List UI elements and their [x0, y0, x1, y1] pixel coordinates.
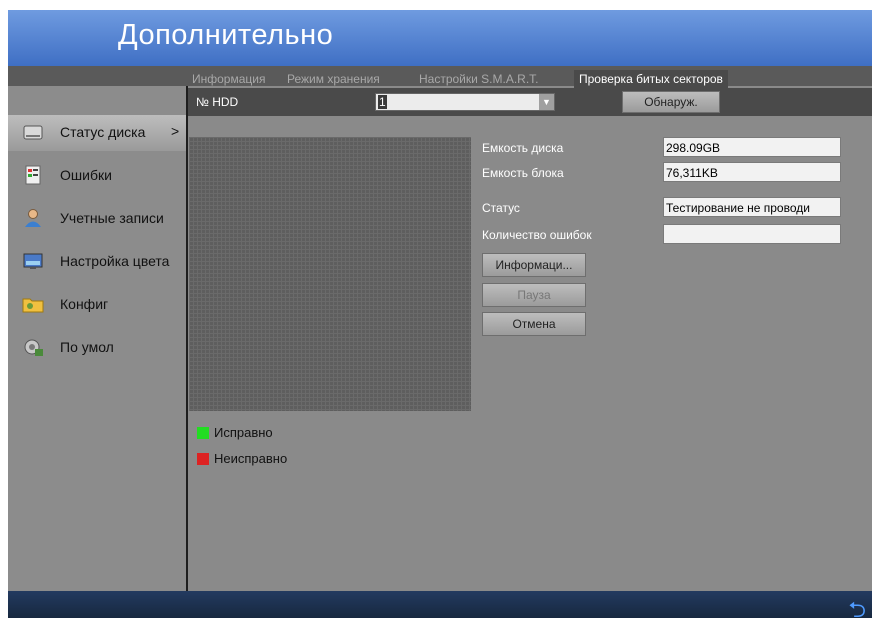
- sidebar: Статус диска > Ошибки Учетные записи Нас…: [8, 86, 188, 591]
- cancel-button[interactable]: Отмена: [482, 312, 586, 336]
- tab-storage-mode[interactable]: Режим хранения: [287, 70, 380, 88]
- window-title: Дополнительно: [118, 19, 334, 51]
- sector-map-grid: [189, 137, 471, 411]
- disk-capacity-label: Емкость диска: [482, 141, 564, 155]
- back-icon[interactable]: ⮌: [848, 593, 866, 631]
- sidebar-item-defaults[interactable]: По умол: [8, 330, 186, 366]
- error-log-icon: [25, 165, 41, 185]
- block-capacity-field: 76,311KB: [663, 162, 841, 182]
- tab-bad-sector-check[interactable]: Проверка битых секторов: [574, 70, 728, 88]
- chevron-down-icon[interactable]: ▼: [539, 94, 554, 110]
- legend-bad-swatch: [197, 453, 209, 465]
- hdd-row: № HDD 1 ▼ Обнаруж.: [188, 88, 872, 116]
- status-field: Тестирование не проводи: [663, 197, 841, 217]
- chevron-right-icon: >: [171, 123, 180, 139]
- sidebar-item-label: Конфиг: [60, 296, 109, 312]
- sidebar-item-config[interactable]: Конфиг: [8, 287, 186, 323]
- legend-ok-label: Исправно: [214, 425, 273, 440]
- restore-default-icon: [24, 339, 43, 356]
- sidebar-item-label: Учетные записи: [60, 210, 164, 226]
- hdd-select-value: 1: [378, 95, 387, 109]
- sidebar-item-accounts[interactable]: Учетные записи: [8, 201, 186, 237]
- folder-config-icon: [22, 298, 44, 313]
- sidebar-item-errors[interactable]: Ошибки: [8, 158, 186, 194]
- block-capacity-label: Емкость блока: [482, 166, 564, 180]
- pause-button[interactable]: Пауза: [482, 283, 586, 307]
- user-icon: [25, 209, 41, 227]
- hdd-select[interactable]: 1 ▼: [375, 93, 555, 111]
- error-count-label: Количество ошибок: [482, 228, 592, 242]
- monitor-color-icon: [23, 253, 43, 269]
- info-button[interactable]: Информаци...: [482, 253, 586, 277]
- legend-bad-label: Неисправно: [214, 451, 288, 466]
- sidebar-item-color-settings[interactable]: Настройка цвета: [8, 244, 186, 280]
- error-count-field: [663, 224, 841, 244]
- bottom-bar: ⮌: [8, 591, 872, 622]
- legend-ok-swatch: [197, 427, 209, 439]
- hdd-icon: [23, 125, 43, 140]
- sidebar-item-disk-status[interactable]: Статус диска >: [8, 115, 186, 151]
- disk-capacity-field: 298.09GB: [663, 137, 841, 157]
- detect-button[interactable]: Обнаруж.: [622, 91, 720, 113]
- sidebar-item-label: Настройка цвета: [60, 253, 170, 269]
- hdd-number-label: № HDD: [196, 95, 239, 109]
- sidebar-item-label: Статус диска: [60, 124, 146, 140]
- tab-info[interactable]: Информация: [192, 70, 265, 88]
- tab-smart-settings[interactable]: Настройки S.M.A.R.T.: [419, 70, 539, 88]
- status-label: Статус: [482, 201, 520, 215]
- sidebar-item-label: Ошибки: [60, 167, 112, 183]
- title-bar: Дополнительно: [8, 10, 872, 66]
- sidebar-item-label: По умол: [60, 339, 114, 355]
